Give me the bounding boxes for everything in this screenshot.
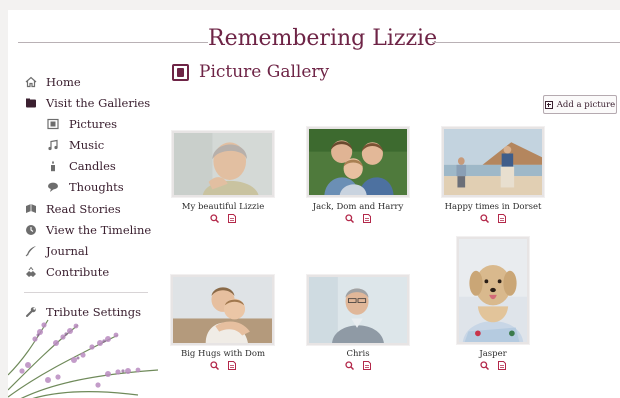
candle-icon [46, 159, 60, 173]
add-picture-button[interactable]: Add a picture [543, 95, 617, 114]
music-note-icon [46, 138, 60, 152]
nav-contribute[interactable]: Contribute [24, 263, 109, 281]
gallery-caption-dorset: Happy times in Dorset [444, 202, 542, 212]
gallery-caption-jasper: Jasper [479, 349, 507, 359]
folder-icon [24, 96, 38, 110]
nav-journal-label: Journal [46, 244, 89, 258]
book-icon [24, 202, 38, 216]
quill-icon [24, 244, 38, 258]
clock-icon [24, 223, 38, 237]
details-icon[interactable] [362, 360, 372, 370]
nav-candles-label: Candles [69, 159, 116, 173]
nav-home-label: Home [46, 75, 81, 89]
details-icon[interactable] [497, 213, 507, 223]
zoom-icon[interactable] [344, 213, 354, 223]
nav-read-stories[interactable]: Read Stories [24, 200, 121, 218]
nav-pictures-label: Pictures [69, 117, 118, 131]
gallery-icon [172, 63, 189, 81]
gallery-photo-dorset[interactable] [442, 127, 544, 197]
zoom-icon[interactable] [209, 213, 219, 223]
header-rule-left [18, 42, 208, 43]
nav-home[interactable]: Home [24, 73, 81, 91]
home-icon [24, 75, 38, 89]
nav-journal[interactable]: Journal [24, 242, 88, 260]
gallery-actions-dorset [413, 213, 573, 223]
page-title: Picture Gallery [199, 62, 330, 82]
page-card: Remembering Lizzie Home Visit the Galler… [8, 10, 620, 398]
details-icon[interactable] [497, 360, 507, 370]
sidebar-divider [24, 292, 148, 293]
nav-music-label: Music [69, 138, 105, 152]
nav-visit-galleries[interactable]: Visit the Galleries [24, 94, 150, 112]
nav-thoughts[interactable]: Thoughts [46, 178, 124, 196]
nav-candles[interactable]: Candles [46, 157, 116, 175]
gallery-photo-jack-dom-harry[interactable] [307, 127, 409, 197]
add-icon [544, 100, 553, 109]
add-picture-label: Add a picture [556, 99, 616, 110]
gallery-photo-lizzie[interactable] [172, 131, 274, 197]
hands-icon [24, 265, 38, 279]
gallery-photo-jasper[interactable] [457, 237, 529, 344]
details-icon[interactable] [227, 213, 237, 223]
nav-contribute-label: Contribute [46, 265, 110, 279]
zoom-icon[interactable] [344, 360, 354, 370]
site-header: Remembering Lizzie [8, 26, 620, 56]
zoom-icon[interactable] [479, 360, 489, 370]
nav-thoughts-label: Thoughts [69, 180, 124, 194]
header-rule-right [432, 42, 620, 43]
nav-pictures[interactable]: Pictures [46, 115, 117, 133]
gallery-photo-chris[interactable] [307, 275, 409, 345]
gallery-header: Picture Gallery [172, 62, 329, 82]
nav-read-stories-label: Read Stories [46, 202, 121, 216]
site-title: Remembering Lizzie [208, 26, 438, 51]
details-icon[interactable] [362, 213, 372, 223]
nav-view-timeline-label: View the Timeline [46, 223, 152, 237]
speech-bubble-icon [46, 180, 60, 194]
zoom-icon[interactable] [479, 213, 489, 223]
gallery-actions-jasper [413, 360, 573, 370]
picture-icon [46, 117, 60, 131]
nav-view-timeline[interactable]: View the Timeline [24, 221, 151, 239]
zoom-icon[interactable] [209, 360, 219, 370]
nav-music[interactable]: Music [46, 136, 104, 154]
nav-visit-galleries-label: Visit the Galleries [46, 96, 151, 110]
gallery-photo-big-hugs[interactable] [171, 275, 274, 345]
details-icon[interactable] [227, 360, 237, 370]
